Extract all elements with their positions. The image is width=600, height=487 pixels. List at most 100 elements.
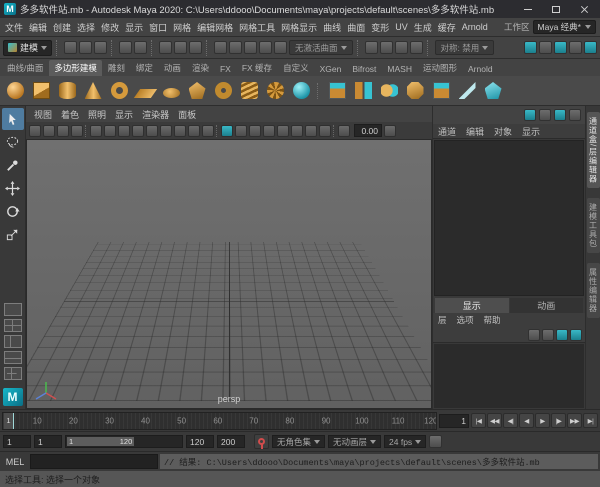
timeline[interactable]: 10 20 30 40 50 60 70 80 90 100 110 120 1 [2, 412, 437, 430]
play-backwards-button[interactable]: ◀ [519, 413, 534, 428]
multi-cut-icon[interactable] [455, 79, 479, 103]
layout-split-bottom-button[interactable] [4, 351, 22, 364]
layer-tab-display[interactable]: 显示 [435, 298, 509, 313]
2d-pan-zoom-icon[interactable] [90, 125, 102, 137]
step-forward-key-button[interactable]: |▶ [551, 413, 566, 428]
move-layer-down-icon[interactable] [542, 329, 554, 341]
shadows-icon[interactable] [319, 125, 331, 137]
statusline-separator[interactable] [111, 40, 115, 56]
lasso-tool-button[interactable] [2, 131, 24, 153]
panel-menu-show[interactable]: 显示 [111, 108, 137, 121]
command-input[interactable] [30, 454, 158, 469]
undo-icon[interactable] [119, 41, 132, 54]
statusline-separator[interactable] [151, 40, 155, 56]
snap-point-icon[interactable] [244, 41, 257, 54]
poly-sphere-icon[interactable] [3, 79, 27, 103]
shelf-tab-fx[interactable]: FX [215, 62, 236, 76]
bevel-icon[interactable] [403, 79, 427, 103]
smooth-shade-icon[interactable] [277, 125, 289, 137]
layer-menu-layers[interactable]: 层 [433, 314, 452, 326]
lock-camera-icon[interactable] [29, 125, 41, 137]
menubar-item-display[interactable]: 显示 [122, 21, 146, 34]
play-forwards-button[interactable]: ▶ [535, 413, 550, 428]
poly-disc-icon[interactable] [159, 79, 183, 103]
menubar-item-file[interactable]: 文件 [2, 21, 26, 34]
menubar-item-deform[interactable]: 变形 [368, 21, 392, 34]
wireframe-icon[interactable] [263, 125, 275, 137]
poly-cube-icon[interactable] [29, 79, 53, 103]
playback-start-field[interactable]: 1 [34, 435, 62, 448]
viewport-canvas[interactable]: persp [26, 140, 432, 409]
channel-menu-show[interactable]: 显示 [517, 125, 545, 138]
shelf-tab-poly-modeling[interactable]: 多边形建模 [49, 60, 102, 76]
shelf-tab-arnold[interactable]: Arnold [463, 62, 498, 76]
menubar-item-windows[interactable]: 窗口 [146, 21, 170, 34]
render-view-icon[interactable] [380, 41, 393, 54]
shelf-tab-animation[interactable]: 动画 [159, 60, 186, 76]
poly-torus-icon[interactable] [107, 79, 131, 103]
range-slider-track[interactable]: 1 120 [65, 435, 183, 448]
open-scene-icon[interactable] [79, 41, 92, 54]
channel-menu-channels[interactable]: 通道 [433, 125, 461, 138]
live-surface-field[interactable]: 无激活曲面 [289, 40, 353, 55]
anim-layer-selector[interactable]: 无动画层 [328, 435, 381, 448]
attribute-editor-icon[interactable] [554, 41, 567, 54]
frame-selection-icon[interactable] [235, 125, 247, 137]
channel-box-icon[interactable] [584, 41, 597, 54]
menu-set-selector[interactable]: 建模 [3, 40, 52, 56]
panel-menu-renderer[interactable]: 渲染器 [138, 108, 173, 121]
menubar-item-select[interactable]: 选择 [74, 21, 98, 34]
statusline-separator[interactable] [206, 40, 210, 56]
shelf-tab-sculpting[interactable]: 雕刻 [103, 60, 130, 76]
symmetry-selector[interactable]: 对称: 禁用 [435, 40, 495, 55]
layer-tab-anim[interactable]: 动画 [510, 298, 584, 313]
isolate-select-icon[interactable] [249, 125, 261, 137]
shelf-tab-mash[interactable]: MASH [382, 62, 417, 76]
channel-menu-object[interactable]: 对象 [489, 125, 517, 138]
menubar-item-mesh[interactable]: 网格 [170, 21, 194, 34]
tool-settings-icon[interactable] [569, 41, 582, 54]
scale-tool-button[interactable] [2, 223, 24, 245]
render-settings-icon[interactable] [410, 41, 423, 54]
select-object-icon[interactable] [174, 41, 187, 54]
menubar-item-modify[interactable]: 修改 [98, 21, 122, 34]
menubar-item-curves[interactable]: 曲线 [320, 21, 344, 34]
shelf-tab-curves-surfaces[interactable]: 曲线/曲面 [2, 60, 48, 76]
shelf-tab-xgen[interactable]: XGen [315, 62, 347, 76]
menubar-item-surfaces[interactable]: 曲面 [344, 21, 368, 34]
shelf-tab-rigging[interactable]: 绑定 [131, 60, 158, 76]
menubar-item-create[interactable]: 创建 [50, 21, 74, 34]
shelf-tab-bifrost[interactable]: Bifrost [347, 62, 381, 76]
camera-attributes-icon[interactable] [43, 125, 55, 137]
layer-menu-options[interactable]: 选项 [452, 314, 479, 326]
channel-settings-icon[interactable] [554, 109, 566, 121]
tab-attribute-editor[interactable]: 属性编辑器 [587, 263, 600, 318]
use-all-lights-icon[interactable] [305, 125, 317, 137]
field-chart-icon[interactable] [174, 125, 186, 137]
image-plane-icon[interactable] [71, 125, 83, 137]
poly-cylinder-icon[interactable] [55, 79, 79, 103]
go-to-end-button[interactable]: ▶| [583, 413, 598, 428]
menubar-item-mesh-display[interactable]: 网格显示 [278, 21, 320, 34]
menubar-item-cache[interactable]: 缓存 [435, 21, 459, 34]
command-language-toggle[interactable]: MEL [0, 457, 30, 467]
gate-mask-icon[interactable] [160, 125, 172, 137]
platonic-solid-icon[interactable] [185, 79, 209, 103]
tab-modeling-toolkit[interactable]: 建模工具包 [587, 198, 600, 253]
grease-pencil-icon[interactable] [104, 125, 116, 137]
quad-draw-icon[interactable] [481, 79, 505, 103]
range-slider-handle[interactable]: 1 120 [67, 437, 134, 446]
save-scene-icon[interactable] [94, 41, 107, 54]
humanik-icon[interactable] [539, 41, 552, 54]
layer-list-area[interactable] [434, 344, 584, 408]
playback-end-field[interactable]: 120 [186, 435, 214, 448]
animation-preferences-icon[interactable] [429, 435, 442, 448]
panel-menu-shading[interactable]: 着色 [57, 108, 83, 121]
poly-gear-icon[interactable] [263, 79, 287, 103]
safe-action-icon[interactable] [188, 125, 200, 137]
step-back-key-button[interactable]: ◀| [503, 413, 518, 428]
poly-cone-icon[interactable] [81, 79, 105, 103]
layout-four-pane-button[interactable] [4, 319, 22, 332]
layer-menu-help[interactable]: 帮助 [479, 314, 506, 326]
shelf-tab-fx-caching[interactable]: FX 缓存 [237, 60, 277, 76]
